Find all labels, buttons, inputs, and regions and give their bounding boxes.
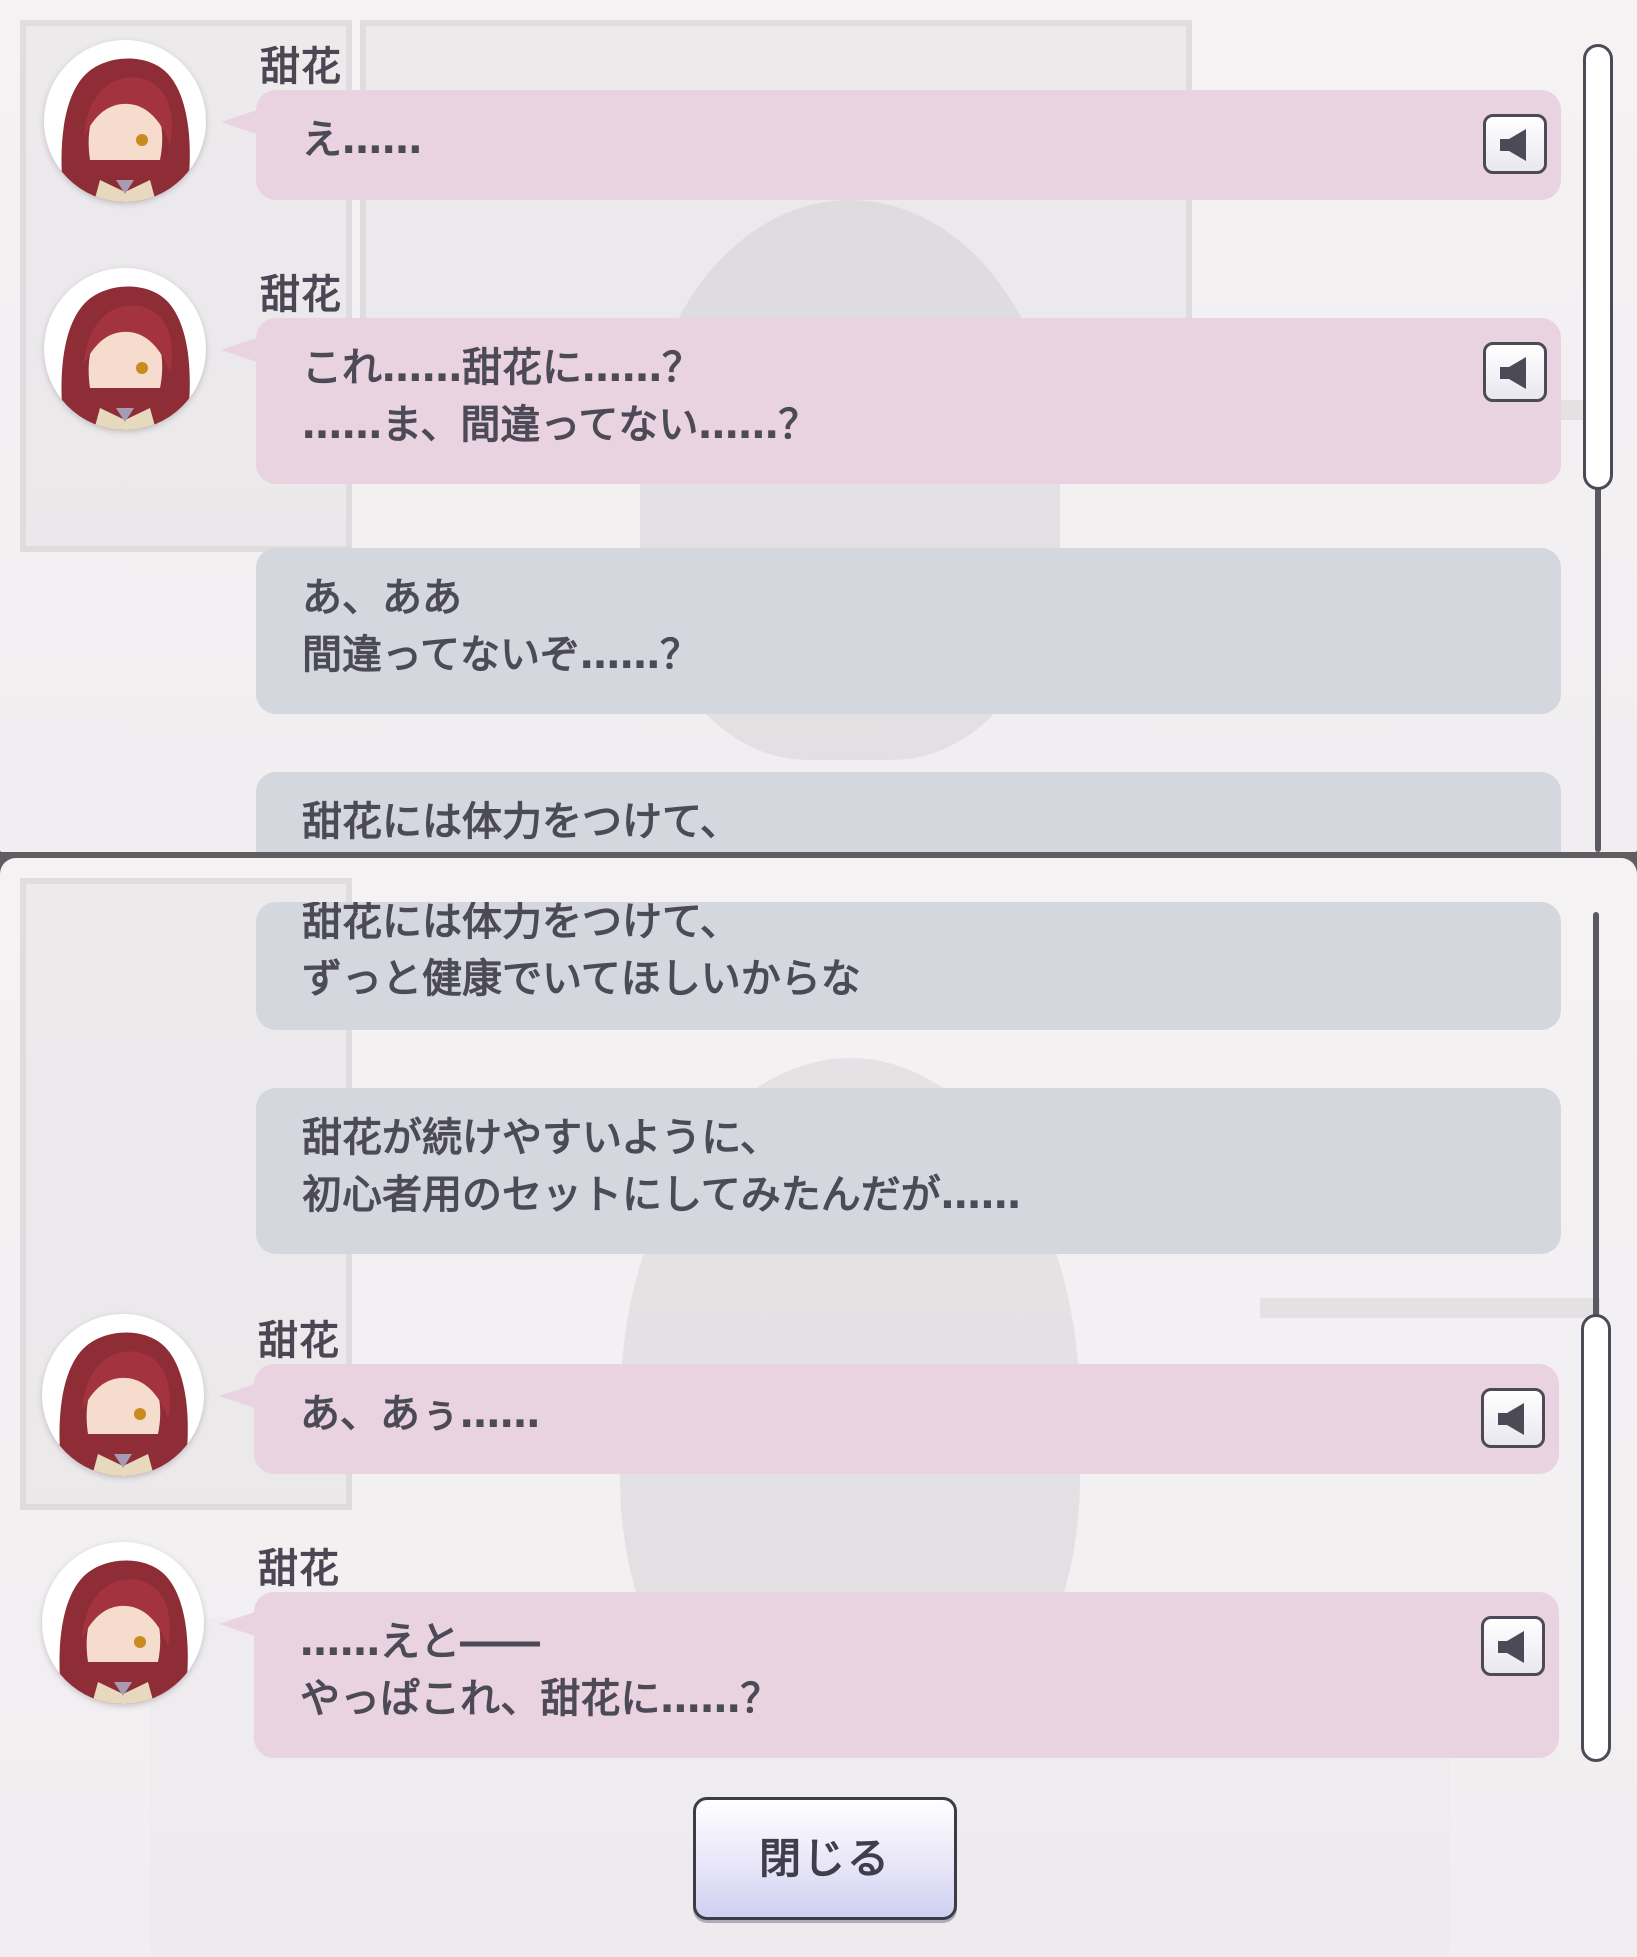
dialogue-bubble: 甜花には体力をつけて、 ずっと健康でいてほしいからな xyxy=(256,902,1561,1030)
dialogue-line: やっぱこれ、甜花に……？ xyxy=(300,1676,781,1722)
scrollbar-thumb[interactable] xyxy=(1581,1314,1611,1762)
dialogue-line: これ……甜花に……？ xyxy=(302,345,702,391)
dialogue-line: 甜花には体力をつけて、 xyxy=(302,902,740,945)
dialogue-bubble: ……えと―― やっぱこれ、甜花に……？ xyxy=(219,1592,1559,1758)
dialogue-line: ……ま、間違ってない……？ xyxy=(302,402,819,448)
close-button[interactable]: 閉じる xyxy=(693,1797,957,1920)
voice-replay-button[interactable] xyxy=(1483,114,1547,174)
scrollbar-thumb[interactable] xyxy=(1583,44,1613,490)
dialogue-line: あ、あぅ…… xyxy=(300,1391,540,1437)
speaker-name: 甜花 xyxy=(258,1318,340,1364)
voice-replay-button[interactable] xyxy=(1481,1388,1545,1448)
speaker-name: 甜花 xyxy=(260,272,342,318)
speaker-name: 甜花 xyxy=(258,1546,340,1592)
background-shelf xyxy=(1260,1298,1600,1318)
character-avatar xyxy=(44,268,206,430)
speaker-icon xyxy=(1500,357,1526,389)
dialogue-bubble: え…… xyxy=(221,90,1561,200)
dialogue-line: ……えと―― xyxy=(300,1619,540,1665)
character-avatar xyxy=(42,1314,204,1476)
dialogue-line: 甜花には体力をつけて、 xyxy=(302,799,740,845)
dialogue-line: 初心者用のセットにしてみたんだが…… xyxy=(302,1172,1021,1218)
speaker-icon xyxy=(1500,129,1526,161)
dialogue-bubble: 甜花には体力をつけて、 xyxy=(256,772,1561,852)
dialogue-line: え…… xyxy=(302,117,422,163)
dialogue-bubble: 甜花が続けやすいように、 初心者用のセットにしてみたんだが…… xyxy=(256,1088,1561,1254)
dialogue-bubble: あ、ああ 間違ってないぞ……？ xyxy=(256,548,1561,714)
dialogue-bubble: これ……甜花に……？ ……ま、間違ってない……？ xyxy=(221,318,1561,484)
bubble-tail xyxy=(219,1384,255,1408)
bubble-tail xyxy=(221,338,257,362)
voice-replay-button[interactable] xyxy=(1481,1616,1545,1676)
dialogue-line: あ、ああ xyxy=(302,575,462,621)
dialogue-line: 甜花が続けやすいように、 xyxy=(302,1115,780,1161)
dialogue-line: 間違ってないぞ……？ xyxy=(302,632,700,678)
speaker-icon xyxy=(1498,1631,1524,1663)
dialogue-line: ずっと健康でいてほしいからな xyxy=(302,956,861,1002)
character-avatar xyxy=(42,1542,204,1704)
speaker-icon xyxy=(1498,1403,1524,1435)
dialogue-bubble: あ、あぅ…… xyxy=(219,1364,1559,1474)
character-avatar xyxy=(44,40,206,202)
scrollbar-track[interactable] xyxy=(1593,912,1599,1332)
bubble-tail xyxy=(219,1612,255,1636)
speaker-name: 甜花 xyxy=(260,44,342,90)
bubble-tail xyxy=(221,110,257,134)
voice-replay-button[interactable] xyxy=(1483,342,1547,402)
backlog-panel-top: 甜花 え…… 甜花 これ……甜花に……？ ……ま、間違ってない……？ あ、ああ … xyxy=(0,0,1637,852)
